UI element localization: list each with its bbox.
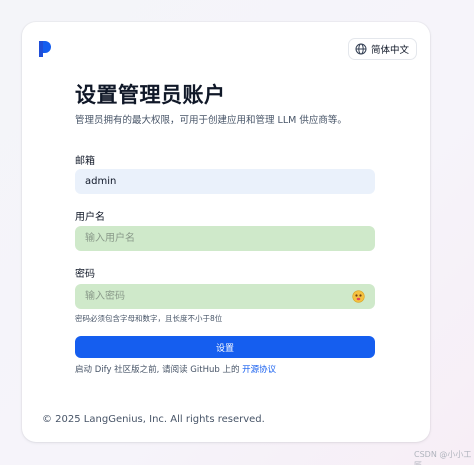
password-label: 密码: [75, 269, 95, 280]
email-field[interactable]: admin: [75, 169, 375, 194]
email-label: 邮箱: [75, 156, 95, 167]
open-source-license-link[interactable]: 开源协议: [242, 365, 276, 375]
language-selector[interactable]: 简体中文: [348, 38, 418, 60]
watermark: CSDN @小小工匠: [414, 450, 472, 465]
footer-copyright: © 2025 LangGenius, Inc. All rights reser…: [42, 414, 265, 425]
password-visibility-icon[interactable]: [352, 290, 365, 303]
globe-icon: [355, 43, 367, 55]
username-label: 用户名: [75, 212, 105, 223]
password-hint: 密码必须包含字母和数字，且长度不小于8位: [75, 314, 223, 323]
agreement-prefix: 启动 Dify 社区版之前, 请阅读 GitHub 上的: [75, 365, 243, 375]
password-input[interactable]: [75, 284, 375, 309]
setup-card: 简体中文 设置管理员账户 管理员拥有的最大权限，可用于创建应用和管理 LLM 供…: [22, 22, 430, 442]
page-subtitle: 管理员拥有的最大权限，可用于创建应用和管理 LLM 供应商等。: [75, 115, 347, 126]
language-label: 简体中文: [371, 45, 410, 56]
page-title: 设置管理员账户: [75, 83, 226, 107]
agreement-text: 启动 Dify 社区版之前, 请阅读 GitHub 上的 开源协议: [75, 363, 276, 375]
dify-logo-icon: [39, 41, 51, 57]
username-input[interactable]: [75, 226, 375, 251]
setup-button[interactable]: 设置: [75, 336, 375, 358]
